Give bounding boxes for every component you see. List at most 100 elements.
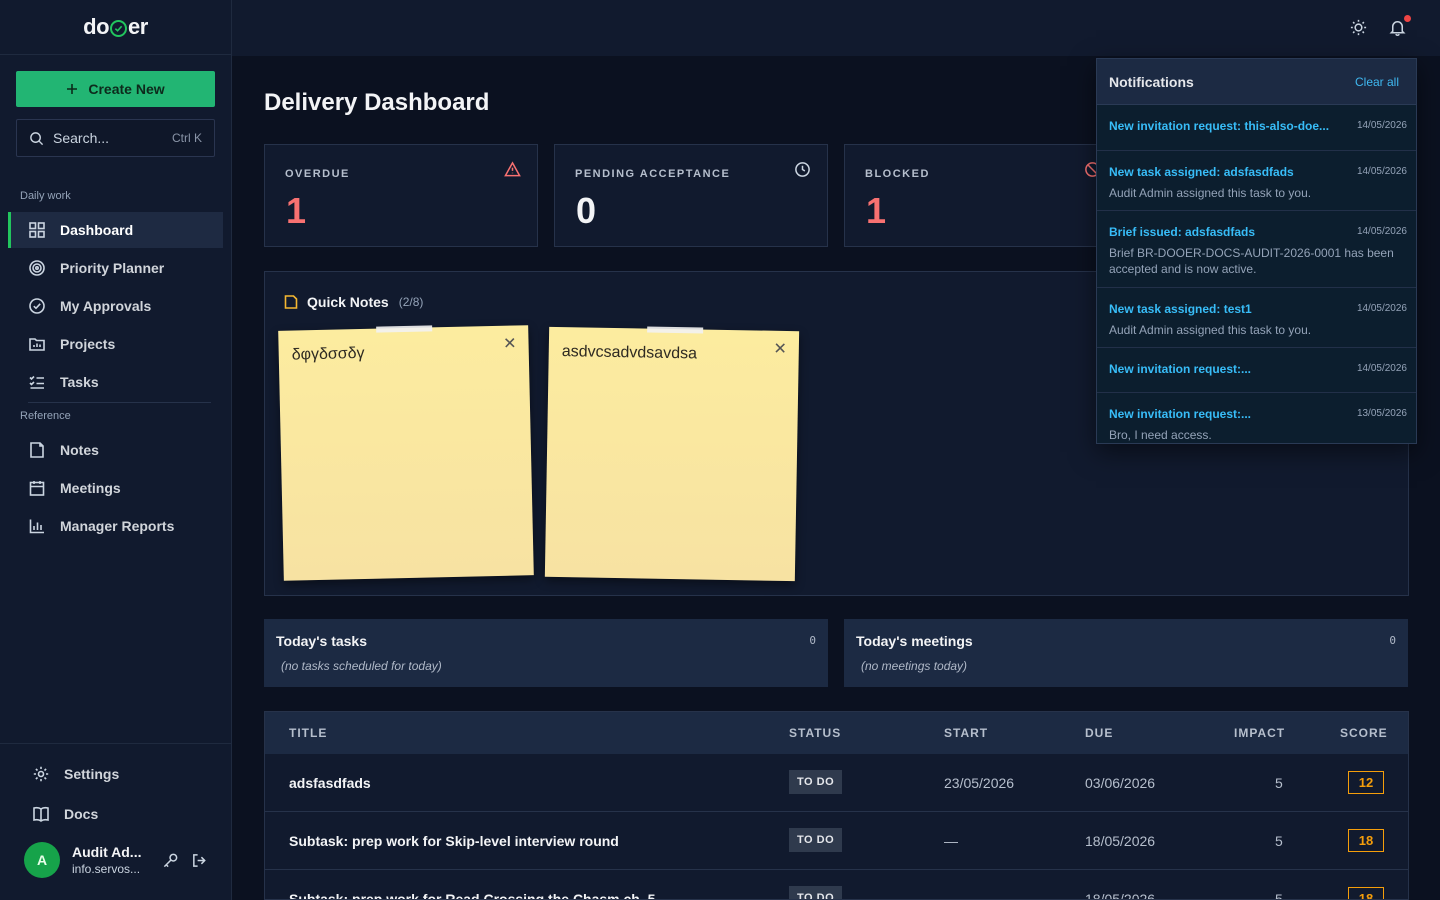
notification-item[interactable]: New task assigned: adsfasdfads 14/05/202… — [1097, 151, 1416, 211]
table-header: TITLE STATUS START DUE IMPACT SCORE — [265, 712, 1408, 754]
page-title: Delivery Dashboard — [264, 89, 490, 116]
column-header-status[interactable]: STATUS — [789, 726, 841, 740]
grid-icon — [29, 222, 45, 238]
create-new-button[interactable]: Create New — [16, 71, 215, 107]
sidebar-item-label: Dashboard — [60, 222, 134, 238]
table-row[interactable]: Subtask: prep work for Skip-level interv… — [265, 812, 1408, 870]
sidebar-item-settings[interactable]: Settings — [12, 756, 227, 792]
sidebar-item-manager-reports[interactable]: Manager Reports — [8, 508, 223, 544]
sticky-note[interactable]: asdvcsadvdsavdsa ✕ — [544, 326, 800, 582]
column-header-score[interactable]: SCORE — [1340, 726, 1388, 740]
task-impact: 5 — [1275, 775, 1283, 791]
todays-tasks-card: Today's tasks (no tasks scheduled for to… — [264, 619, 828, 687]
logout-icon[interactable] — [191, 852, 208, 869]
clear-all-button[interactable]: Clear all — [1355, 75, 1399, 89]
todays-meetings-card: Today's meetings (no meetings today) 0 — [844, 619, 1408, 687]
tape-decoration — [376, 325, 433, 333]
column-header-due[interactable]: DUE — [1085, 726, 1113, 740]
theme-toggle-button[interactable] — [1349, 18, 1368, 42]
key-icon[interactable] — [162, 852, 179, 869]
notification-item[interactable]: New invitation request:... 14/05/2026 — [1097, 348, 1416, 393]
settings-label: Settings — [64, 766, 120, 782]
plus-icon — [67, 84, 78, 94]
notification-body: Audit Admin assigned this task to you. — [1109, 186, 1312, 200]
top-bar — [232, 0, 1440, 56]
sidebar-item-my-approvals[interactable]: My Approvals — [8, 288, 223, 324]
notification-item[interactable]: New invitation request: this-also-doe...… — [1097, 105, 1416, 151]
task-title[interactable]: Subtask: prep work for Skip-level interv… — [289, 833, 619, 849]
list-check-icon — [29, 375, 44, 389]
clock-icon — [794, 161, 811, 183]
table-row[interactable]: adsfasdfads TO DO 23/05/2026 03/06/2026 … — [265, 754, 1408, 812]
notification-date: 14/05/2026 — [1356, 303, 1407, 314]
notification-title[interactable]: New invitation request: this-also-doe... — [1109, 119, 1337, 133]
kpi-value: 1 — [286, 190, 307, 231]
check-circle-logo-icon — [110, 19, 128, 37]
sidebar-item-notes[interactable]: Notes — [8, 432, 223, 468]
task-title[interactable]: Subtask: prep work for Read Crossing the… — [289, 891, 655, 899]
notification-item[interactable]: New task assigned: test1 14/05/2026 Audi… — [1097, 288, 1416, 348]
sticky-note-text[interactable]: δφγδσσδγ — [292, 345, 365, 365]
score-badge: 12 — [1348, 771, 1384, 794]
sidebar-item-tasks[interactable]: Tasks — [8, 364, 223, 400]
notification-item[interactable]: Brief issued: adsfasdfads 14/05/2026 Bri… — [1097, 211, 1416, 288]
section-label-daily-work: Daily work — [20, 190, 71, 202]
sidebar-item-label: Notes — [60, 442, 99, 458]
task-due: 03/06/2026 — [1085, 775, 1156, 791]
sticky-note[interactable]: δφγδσσδγ ✕ — [278, 325, 534, 581]
user-profile[interactable]: A Audit Ad... info.servos... — [24, 842, 141, 878]
column-header-title[interactable]: TITLE — [289, 726, 327, 740]
sidebar-item-meetings[interactable]: Meetings — [8, 470, 223, 506]
notification-title[interactable]: New task assigned: adsfasdfads — [1109, 165, 1337, 179]
sidebar-item-dashboard[interactable]: Dashboard — [8, 212, 223, 248]
notification-title[interactable]: New task assigned: test1 — [1109, 302, 1337, 316]
search-icon — [30, 131, 44, 145]
kpi-card-overdue[interactable]: OVERDUE 1 — [264, 144, 538, 247]
task-impact: 5 — [1275, 891, 1283, 900]
notifications-button[interactable] — [1388, 15, 1411, 42]
sticky-note-text[interactable]: asdvcsadvdsavdsa — [562, 343, 697, 363]
status-badge: TO DO — [789, 828, 843, 852]
sidebar-item-priority-planner[interactable]: Priority Planner — [8, 250, 223, 286]
column-header-impact[interactable]: IMPACT — [1234, 726, 1285, 740]
todays-meetings-empty: (no meetings today) — [861, 659, 968, 673]
notification-date: 13/05/2026 — [1356, 408, 1407, 419]
section-label-reference: Reference — [20, 410, 71, 422]
notification-title[interactable]: Brief issued: adsfasdfads — [1109, 225, 1337, 239]
close-icon[interactable]: ✕ — [503, 333, 517, 353]
status-badge: TO DO — [789, 770, 843, 794]
sidebar-item-docs[interactable]: Docs — [12, 796, 227, 832]
sidebar-item-label: Projects — [60, 336, 116, 352]
sidebar: do er Create New Search... Ctrl K Daily … — [0, 0, 232, 900]
folder-chart-icon — [29, 338, 45, 351]
target-icon — [29, 260, 45, 276]
task-impact: 5 — [1275, 833, 1283, 849]
create-new-label: Create New — [88, 81, 165, 97]
quick-notes-count: (2/8) — [398, 295, 424, 309]
column-header-start[interactable]: START — [944, 726, 988, 740]
sun-icon — [1350, 19, 1367, 36]
status-badge: TO DO — [789, 886, 843, 899]
kpi-label: BLOCKED — [865, 168, 930, 180]
todays-tasks-empty: (no tasks scheduled for today) — [281, 659, 442, 673]
task-due: 18/05/2026 — [1085, 891, 1156, 900]
notification-date: 14/05/2026 — [1356, 363, 1407, 374]
task-start: — — [944, 833, 958, 849]
kpi-card-pending-acceptance[interactable]: PENDING ACCEPTANCE 0 — [554, 144, 828, 247]
task-start: 23/05/2026 — [944, 775, 1015, 791]
app-logo[interactable]: do er — [0, 0, 231, 55]
sidebar-item-projects[interactable]: Projects — [8, 326, 223, 362]
search-input[interactable]: Search... Ctrl K — [16, 119, 215, 157]
notification-body: Brief BR-DOOER-DOCS-AUDIT-2026-0001 has … — [1109, 246, 1394, 276]
notification-title[interactable]: New invitation request:... — [1109, 362, 1337, 376]
notification-item[interactable]: New invitation request:... 13/05/2026 Br… — [1097, 393, 1416, 443]
table-row[interactable]: Subtask: prep work for Read Crossing the… — [265, 870, 1408, 900]
notification-title[interactable]: New invitation request:... — [1109, 407, 1337, 421]
kpi-card-blocked[interactable]: BLOCKED 1 — [844, 144, 1118, 247]
close-icon[interactable]: ✕ — [773, 339, 787, 359]
task-title[interactable]: adsfasdfads — [289, 775, 371, 791]
kpi-label: PENDING ACCEPTANCE — [575, 168, 731, 180]
note-icon — [284, 295, 298, 309]
kpi-value: 1 — [866, 190, 887, 231]
user-email: info.servos... — [72, 862, 141, 876]
